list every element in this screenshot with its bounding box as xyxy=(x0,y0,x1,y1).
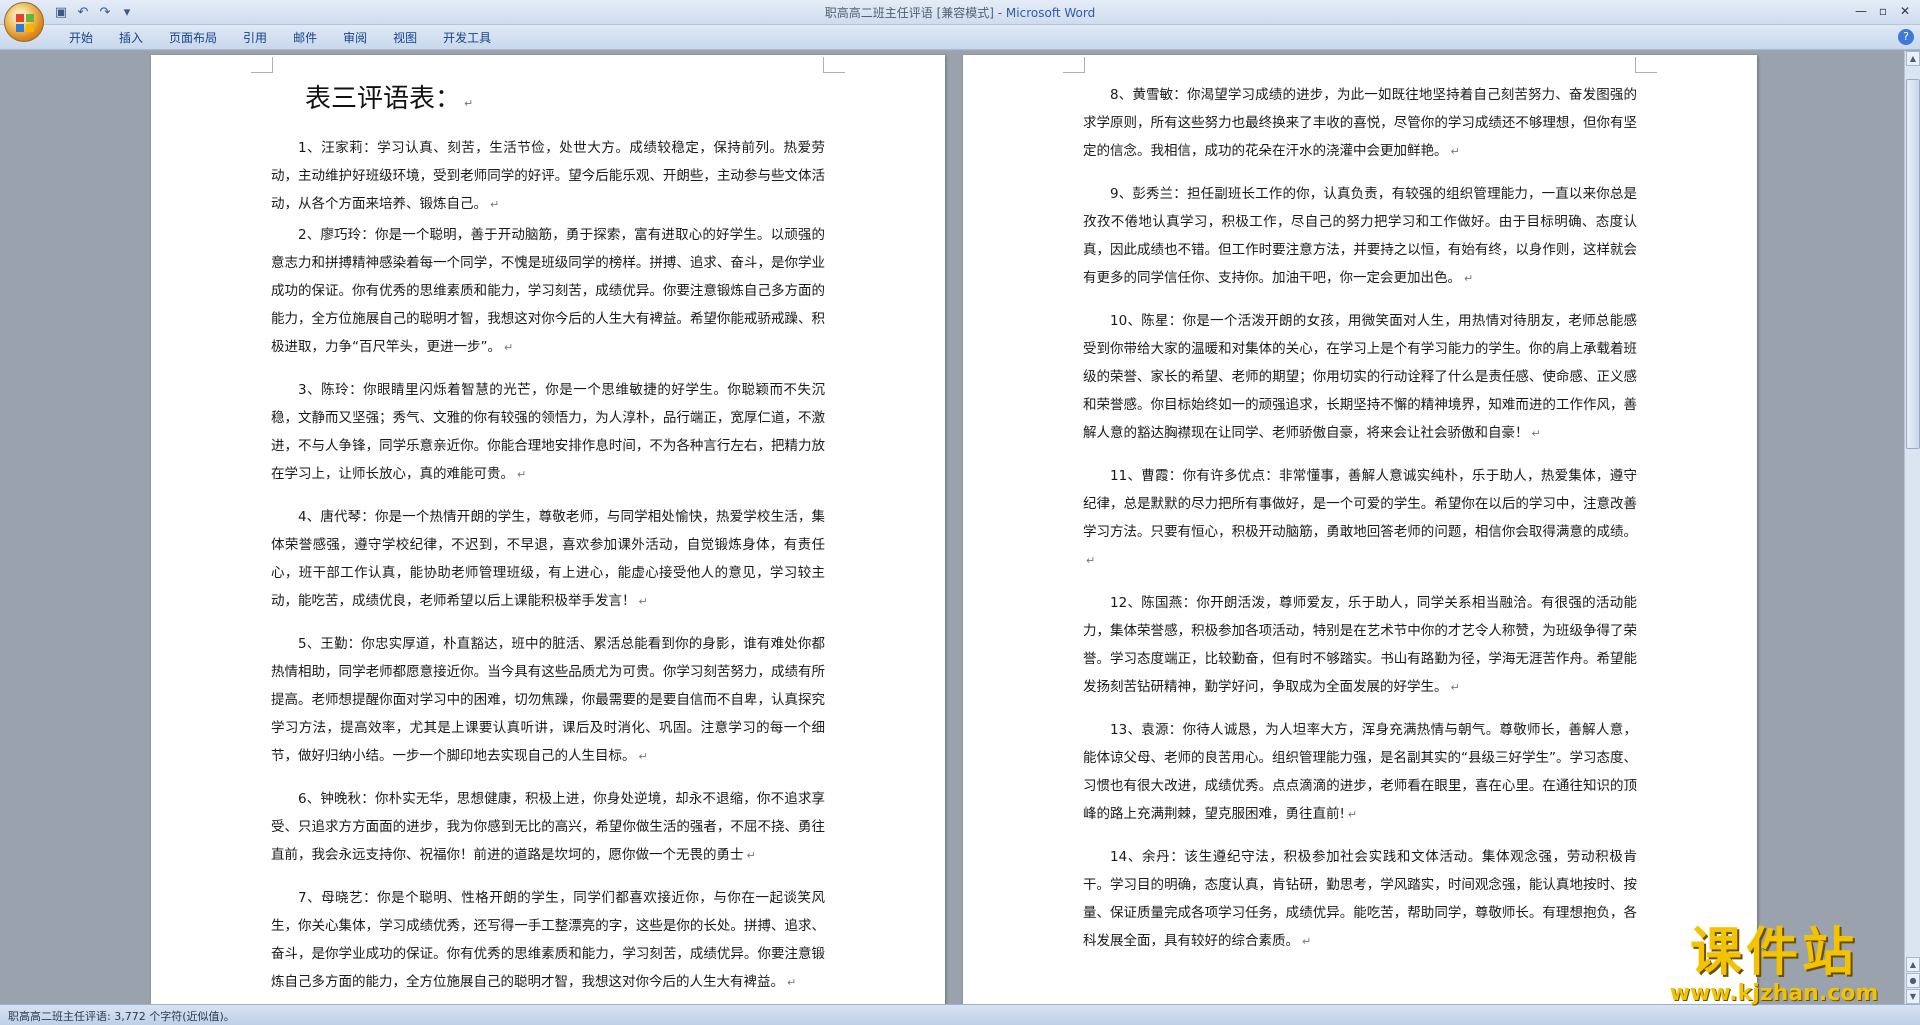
comment-paragraph: 12、陈国燕：你开朗活泼，尊师爱友，乐于助人，同学关系相当融洽。有很强的活动能力… xyxy=(1083,595,1637,695)
comment-paragraph: 10、陈星：你是一个活泼开朗的女孩，用微笑面对人生，用热情对待朋友，老师总能感受… xyxy=(1083,313,1637,441)
comment-paragraph: 1、汪家莉：学习认真、刻苦，生活节俭，处世大方。成绩较稳定，保持前列。热爱劳动，… xyxy=(271,140,825,212)
tab-references[interactable]: 引用 xyxy=(230,29,280,47)
help-icon[interactable]: ? xyxy=(1898,29,1914,45)
window-controls: — ▫ ✕ xyxy=(1850,2,1916,20)
comment-paragraph: 9、彭秀兰：担任副班长工作的你，认真负责，有较强的组织管理能力，一直以来你总是孜… xyxy=(1083,186,1637,286)
comment-paragraph: 13、袁源：你待人诚恳，为人坦率大方，浑身充满热情与朝气。尊敬师长，善解人意，能… xyxy=(1083,722,1637,822)
ribbon: 开始 插入 页面布局 引用 邮件 审阅 视图 开发工具 ? xyxy=(0,25,1920,50)
crop-mark xyxy=(823,57,845,73)
tab-view[interactable]: 视图 xyxy=(380,29,430,47)
tab-mailings[interactable]: 邮件 xyxy=(280,29,330,47)
comment-paragraph: 5、王勤：你忠实厚道，朴直豁达，班中的脏活、累活总能看到你的身影，谁有难处你都热… xyxy=(271,636,825,764)
watermark-main-text: 课件站 xyxy=(1689,923,1858,983)
scroll-up-icon[interactable]: ▲ xyxy=(1906,51,1920,66)
browse-object-icon[interactable]: ● xyxy=(1906,973,1920,988)
comment-paragraph: 4、唐代琴：你是一个热情开朗的学生，尊敬老师，与同学相处愉快，热爱学校生活，集体… xyxy=(271,509,825,609)
minimize-icon[interactable]: — xyxy=(1850,2,1872,20)
window-title: 职高高二班主任评语 [兼容模式] - Microsoft Word xyxy=(0,4,1920,21)
page-content: 8、黄雪敏：你渴望学习成绩的进步，为此一如既往地坚持着自己刻苦努力、奋发图强的求… xyxy=(1083,81,1637,970)
app-name: Microsoft Word xyxy=(1005,6,1096,20)
crop-mark xyxy=(251,57,273,73)
tab-review[interactable]: 审阅 xyxy=(330,29,380,47)
maximize-icon[interactable]: ▫ xyxy=(1872,2,1894,20)
comment-paragraph: 11、曹霞：你有许多优点：非常懂事，善解人意诚实纯朴，乐于助人，热爱集体，遵守纪… xyxy=(1083,468,1637,567)
comment-paragraph: 2、廖巧玲：你是一个聪明，善于开动脑筋，勇于探索，富有进取心的好学生。以顽强的意… xyxy=(271,227,825,355)
crop-mark xyxy=(1635,57,1657,73)
tab-page-layout[interactable]: 页面布局 xyxy=(156,29,230,47)
document-page-2[interactable]: 8、黄雪敏：你渴望学习成绩的进步，为此一如既往地坚持着自己刻苦努力、奋发图强的求… xyxy=(963,55,1757,1004)
tab-home[interactable]: 开始 xyxy=(56,29,106,47)
next-page-icon[interactable]: ▼ xyxy=(1906,989,1920,1004)
scroll-thumb[interactable] xyxy=(1906,79,1920,449)
crop-mark xyxy=(1063,57,1085,73)
document-title-text: 职高高二班主任评语 [兼容模式] - xyxy=(824,6,1006,20)
comment-paragraph: 8、黄雪敏：你渴望学习成绩的进步，为此一如既往地坚持着自己刻苦努力、奋发图强的求… xyxy=(1083,87,1637,159)
document-area: 表三评语表： ↵ 1、汪家莉：学习认真、刻苦，生活节俭，处世大方。成绩较稳定，保持… xyxy=(0,51,1904,1004)
tab-developer[interactable]: 开发工具 xyxy=(430,29,504,47)
document-heading: 表三评语表： ↵ xyxy=(305,84,474,114)
page-content: 表三评语表： ↵ 1、汪家莉：学习认真、刻苦，生活节俭，处世大方。成绩较稳定，保持… xyxy=(271,77,825,1004)
title-bar: ▣ ↶ ↷ ▾ 职高高二班主任评语 [兼容模式] - Microsoft Wor… xyxy=(0,0,1920,42)
watermark-url: www.kjzhan.com xyxy=(1669,981,1879,1006)
document-page-1[interactable]: 表三评语表： ↵ 1、汪家莉：学习认真、刻苦，生活节俭，处世大方。成绩较稳定，保持… xyxy=(151,55,945,1004)
comment-paragraph: 14、余丹：该生遵纪守法，积极参加社会实践和文体活动。集体观念强，劳动积极肯干。… xyxy=(1083,849,1637,949)
comment-paragraph: 7、母晓艺：你是个聪明、性格开朗的学生，同学们都喜欢接近你，与你在一起谈笑风生，… xyxy=(271,890,825,990)
office-button[interactable] xyxy=(4,2,44,42)
vertical-scrollbar[interactable]: ▲ ▲ ● ▼ xyxy=(1904,51,1920,1004)
comment-paragraph: 6、钟晚秋：你朴实无华，思想健康，积极上进，你身处逆境，却永不退缩，你不追求享受… xyxy=(271,791,825,863)
site-watermark-logo: 课件站 www.kjzhan.com xyxy=(1654,925,1894,1011)
ribbon-tabs: 开始 插入 页面布局 引用 邮件 审阅 视图 开发工具 xyxy=(56,29,504,47)
comment-paragraph: 3、陈玲：你眼睛里闪烁着智慧的光芒，你是一个思维敏捷的好学生。你聪颖而不失沉稳，… xyxy=(271,382,825,482)
close-icon[interactable]: ✕ xyxy=(1894,2,1916,20)
tab-insert[interactable]: 插入 xyxy=(106,29,156,47)
status-bar: 职高高二班主任评语: 3,772 个字符(近似值)。 xyxy=(0,1004,1920,1025)
word-count-status[interactable]: 职高高二班主任评语: 3,772 个字符(近似值)。 xyxy=(8,1008,235,1024)
office-logo-icon xyxy=(16,14,34,32)
prev-page-icon[interactable]: ▲ xyxy=(1906,957,1920,972)
